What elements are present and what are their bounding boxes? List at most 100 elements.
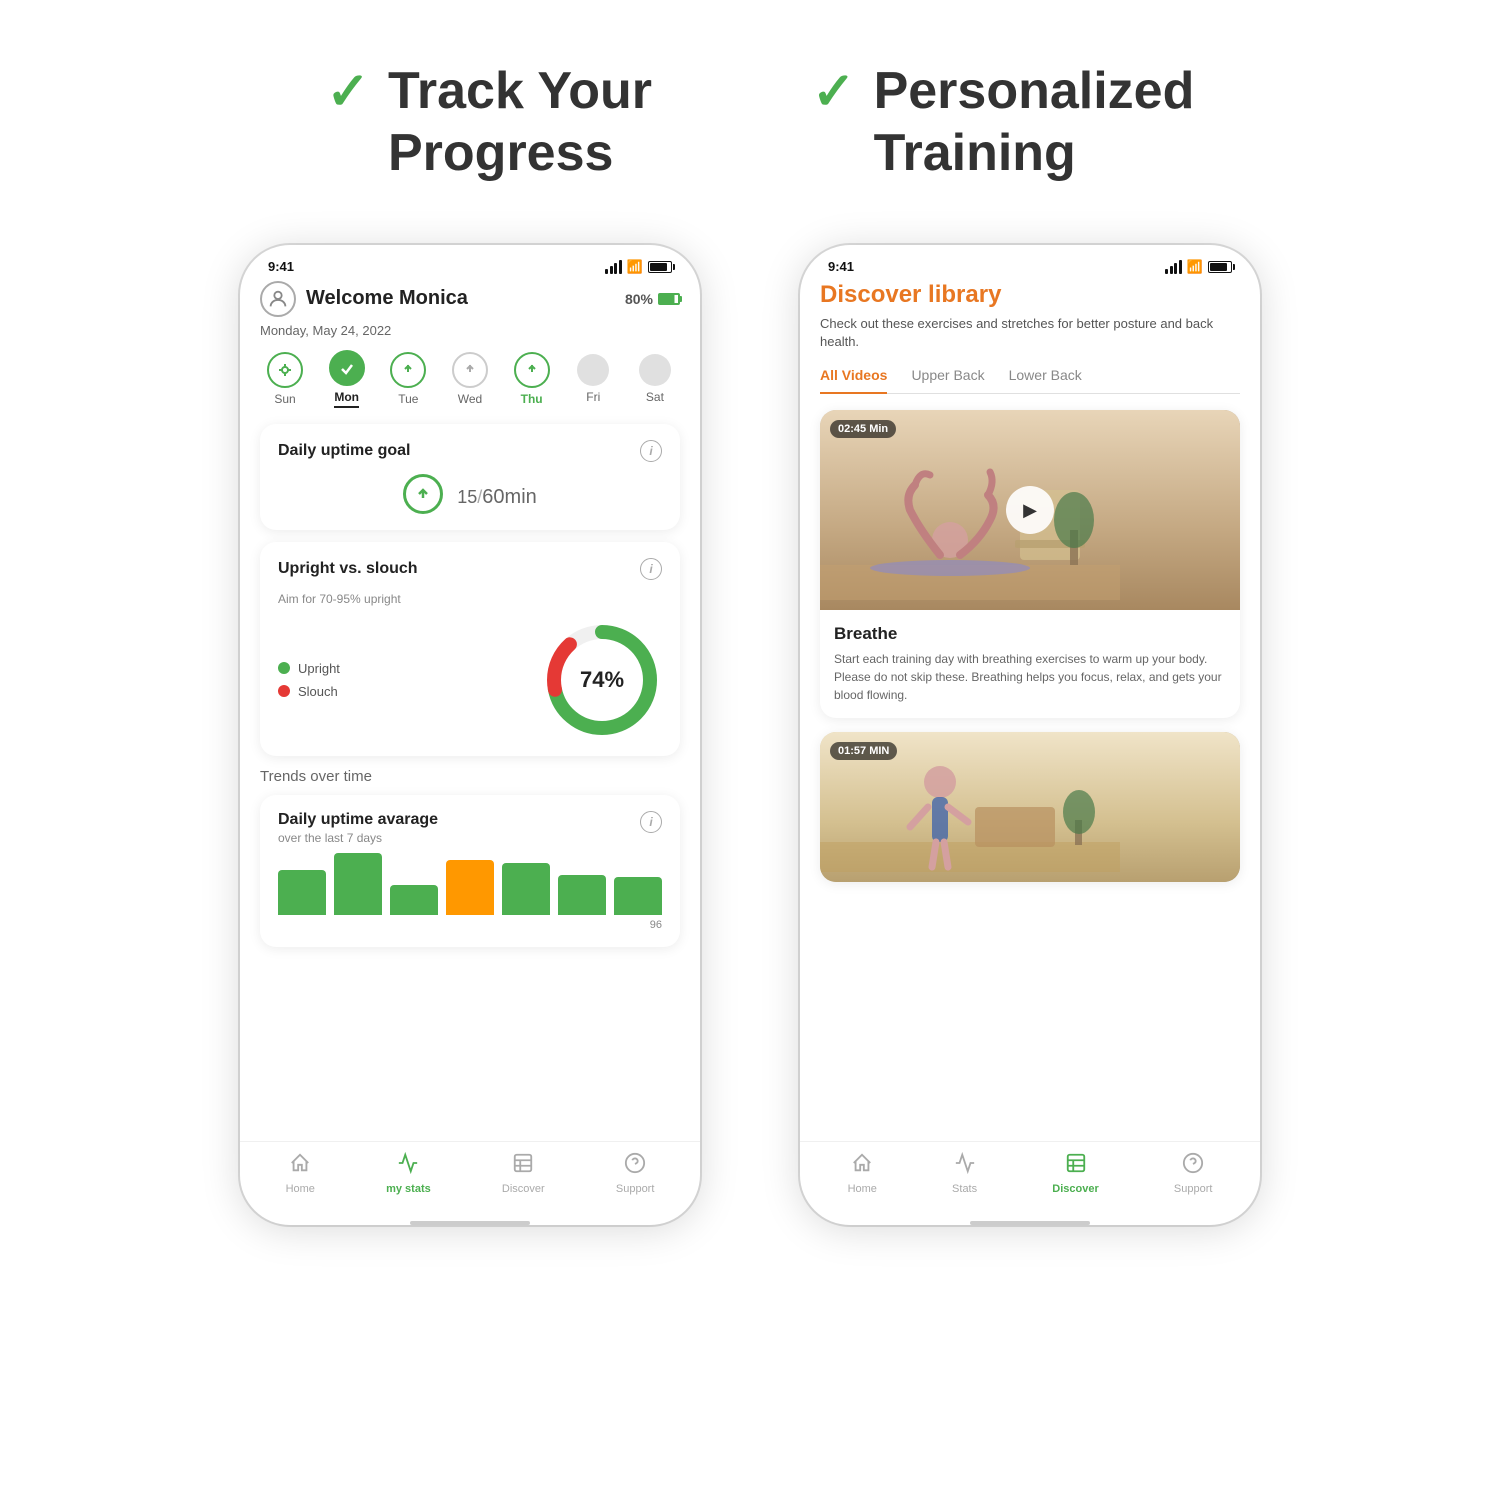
- trends-info-icon[interactable]: i: [640, 811, 662, 833]
- battery-badge: 80%: [625, 291, 680, 307]
- stats-icon-1: [397, 1152, 419, 1180]
- bar-chart: [278, 855, 662, 915]
- day-wed-label: Wed: [458, 392, 482, 406]
- upright-card: Upright vs. slouch i Aim for 70-95% upri…: [260, 542, 680, 756]
- video-desc-1: Start each training day with breathing e…: [834, 650, 1226, 704]
- video-title-1: Breathe: [834, 624, 1226, 644]
- video-thumbnail-2[interactable]: 01:57 MIN: [820, 732, 1240, 882]
- status-icons-2: 📶: [1165, 259, 1232, 275]
- upright-info-icon[interactable]: i: [640, 558, 662, 580]
- user-greeting: Welcome Monica: [306, 287, 468, 310]
- legend-upright: Upright: [278, 661, 340, 676]
- home-notch-2: [970, 1221, 1090, 1225]
- video-card-2: 01:57 MIN: [820, 732, 1240, 882]
- nav-stats-1[interactable]: my stats: [386, 1152, 431, 1195]
- battery-icon-2: [1208, 261, 1232, 273]
- uptime-card: Daily uptime goal i 15/60min: [260, 424, 680, 530]
- nav-stats-2[interactable]: Stats: [952, 1152, 977, 1195]
- left-feature-heading: ✓ Track Your Progress: [326, 60, 652, 185]
- time-2: 9:41: [828, 259, 854, 274]
- status-bar-1: 9:41 📶: [240, 245, 700, 281]
- support-icon-2: [1182, 1152, 1204, 1180]
- day-sun[interactable]: Sun: [260, 352, 310, 406]
- day-fri-label: Fri: [586, 390, 600, 404]
- tab-lower-back[interactable]: Lower Back: [1009, 367, 1082, 393]
- time-1: 9:41: [268, 259, 294, 274]
- trends-card: Daily uptime avarage over the last 7 day…: [260, 795, 680, 947]
- day-mon-label: Mon: [334, 390, 359, 408]
- support-icon-1: [624, 1152, 646, 1180]
- nav-home-label-2: Home: [848, 1183, 877, 1195]
- nav-stats-label-2: Stats: [952, 1183, 977, 1195]
- wifi-icon-1: 📶: [627, 259, 643, 275]
- uptime-info-icon[interactable]: i: [640, 440, 662, 462]
- legend-dot-green: [278, 662, 290, 674]
- nav-support-1[interactable]: Support: [616, 1152, 655, 1195]
- day-sat[interactable]: Sat: [630, 354, 680, 404]
- wifi-icon-2: 📶: [1187, 259, 1203, 275]
- home-icon-2: [851, 1152, 873, 1180]
- trends-card-sub: over the last 7 days: [278, 831, 438, 845]
- bar-label: 96: [278, 919, 662, 931]
- bottom-nav-2: Home Stats Discover: [800, 1141, 1260, 1215]
- video-info-1: Breathe Start each training day with bre…: [820, 610, 1240, 718]
- stats-icon-2: [954, 1152, 976, 1180]
- tab-all-videos[interactable]: All Videos: [820, 367, 887, 393]
- tab-upper-back[interactable]: Upper Back: [911, 367, 984, 393]
- phone-progress: 9:41 📶: [240, 245, 700, 1225]
- bar-4: [446, 860, 494, 915]
- video-card-1: 02:45 Min ▶ Breathe Start each training …: [820, 410, 1240, 718]
- discover-subtitle: Check out these exercises and stretches …: [820, 315, 1240, 351]
- bar-7: [614, 877, 662, 915]
- video-duration-1: 02:45 Min: [830, 420, 896, 438]
- nav-home-2[interactable]: Home: [848, 1152, 877, 1195]
- day-wed[interactable]: Wed: [445, 352, 495, 406]
- battery-icon-1: [648, 261, 672, 273]
- bar-5: [502, 863, 550, 915]
- day-mon[interactable]: Mon: [322, 350, 372, 408]
- phones-section: 9:41 📶: [240, 245, 1260, 1225]
- nav-home-1[interactable]: Home: [286, 1152, 315, 1195]
- upright-card-title: Upright vs. slouch: [278, 560, 418, 578]
- day-tue[interactable]: Tue: [383, 352, 433, 406]
- day-sat-label: Sat: [646, 390, 664, 404]
- day-tue-label: Tue: [398, 392, 418, 406]
- date-label: Monday, May 24, 2022: [260, 323, 680, 338]
- uptime-numbers: 15/60min: [457, 478, 537, 510]
- upright-card-subtitle: Aim for 70-95% upright: [278, 592, 662, 606]
- home-icon-1: [289, 1152, 311, 1180]
- video-duration-2: 01:57 MIN: [830, 742, 897, 760]
- phone2-content: Discover library Check out these exercis…: [800, 281, 1260, 1141]
- nav-support-label-2: Support: [1174, 1183, 1213, 1195]
- nav-discover-label-1: Discover: [502, 1183, 545, 1195]
- right-checkmark: ✓: [812, 66, 856, 118]
- day-thu[interactable]: Thu: [507, 352, 557, 406]
- bar-6: [558, 875, 606, 915]
- nav-discover-label-2: Discover: [1052, 1183, 1098, 1195]
- right-heading-text: Personalized Training: [874, 60, 1174, 185]
- nav-support-label-1: Support: [616, 1183, 655, 1195]
- day-sun-label: Sun: [274, 392, 295, 406]
- nav-discover-2[interactable]: Discover: [1052, 1152, 1098, 1195]
- nav-stats-label-1: my stats: [386, 1183, 431, 1195]
- signal-icon-2: [1165, 260, 1182, 274]
- bar-1: [278, 870, 326, 915]
- nav-support-2[interactable]: Support: [1174, 1152, 1213, 1195]
- play-button-1[interactable]: ▶: [1006, 486, 1054, 534]
- uptime-arrow: [403, 474, 443, 514]
- home-notch-1: [410, 1221, 530, 1225]
- day-thu-label: Thu: [521, 392, 543, 406]
- user-header: Welcome Monica 80%: [260, 281, 680, 317]
- status-icons-1: 📶: [605, 259, 672, 275]
- uptime-card-title: Daily uptime goal: [278, 442, 410, 460]
- nav-discover-1[interactable]: Discover: [502, 1152, 545, 1195]
- discover-title: Discover library: [820, 281, 1240, 309]
- video-thumbnail-1[interactable]: 02:45 Min ▶: [820, 410, 1240, 610]
- legend-dot-red: [278, 685, 290, 697]
- day-fri[interactable]: Fri: [568, 354, 618, 404]
- uptime-display: 15/60min: [278, 474, 662, 514]
- slouch-content: Upright Slouch 74%: [278, 620, 662, 740]
- legend-slouch: Slouch: [278, 684, 340, 699]
- left-checkmark: ✓: [326, 66, 370, 118]
- bottom-nav-1: Home my stats Discover: [240, 1141, 700, 1215]
